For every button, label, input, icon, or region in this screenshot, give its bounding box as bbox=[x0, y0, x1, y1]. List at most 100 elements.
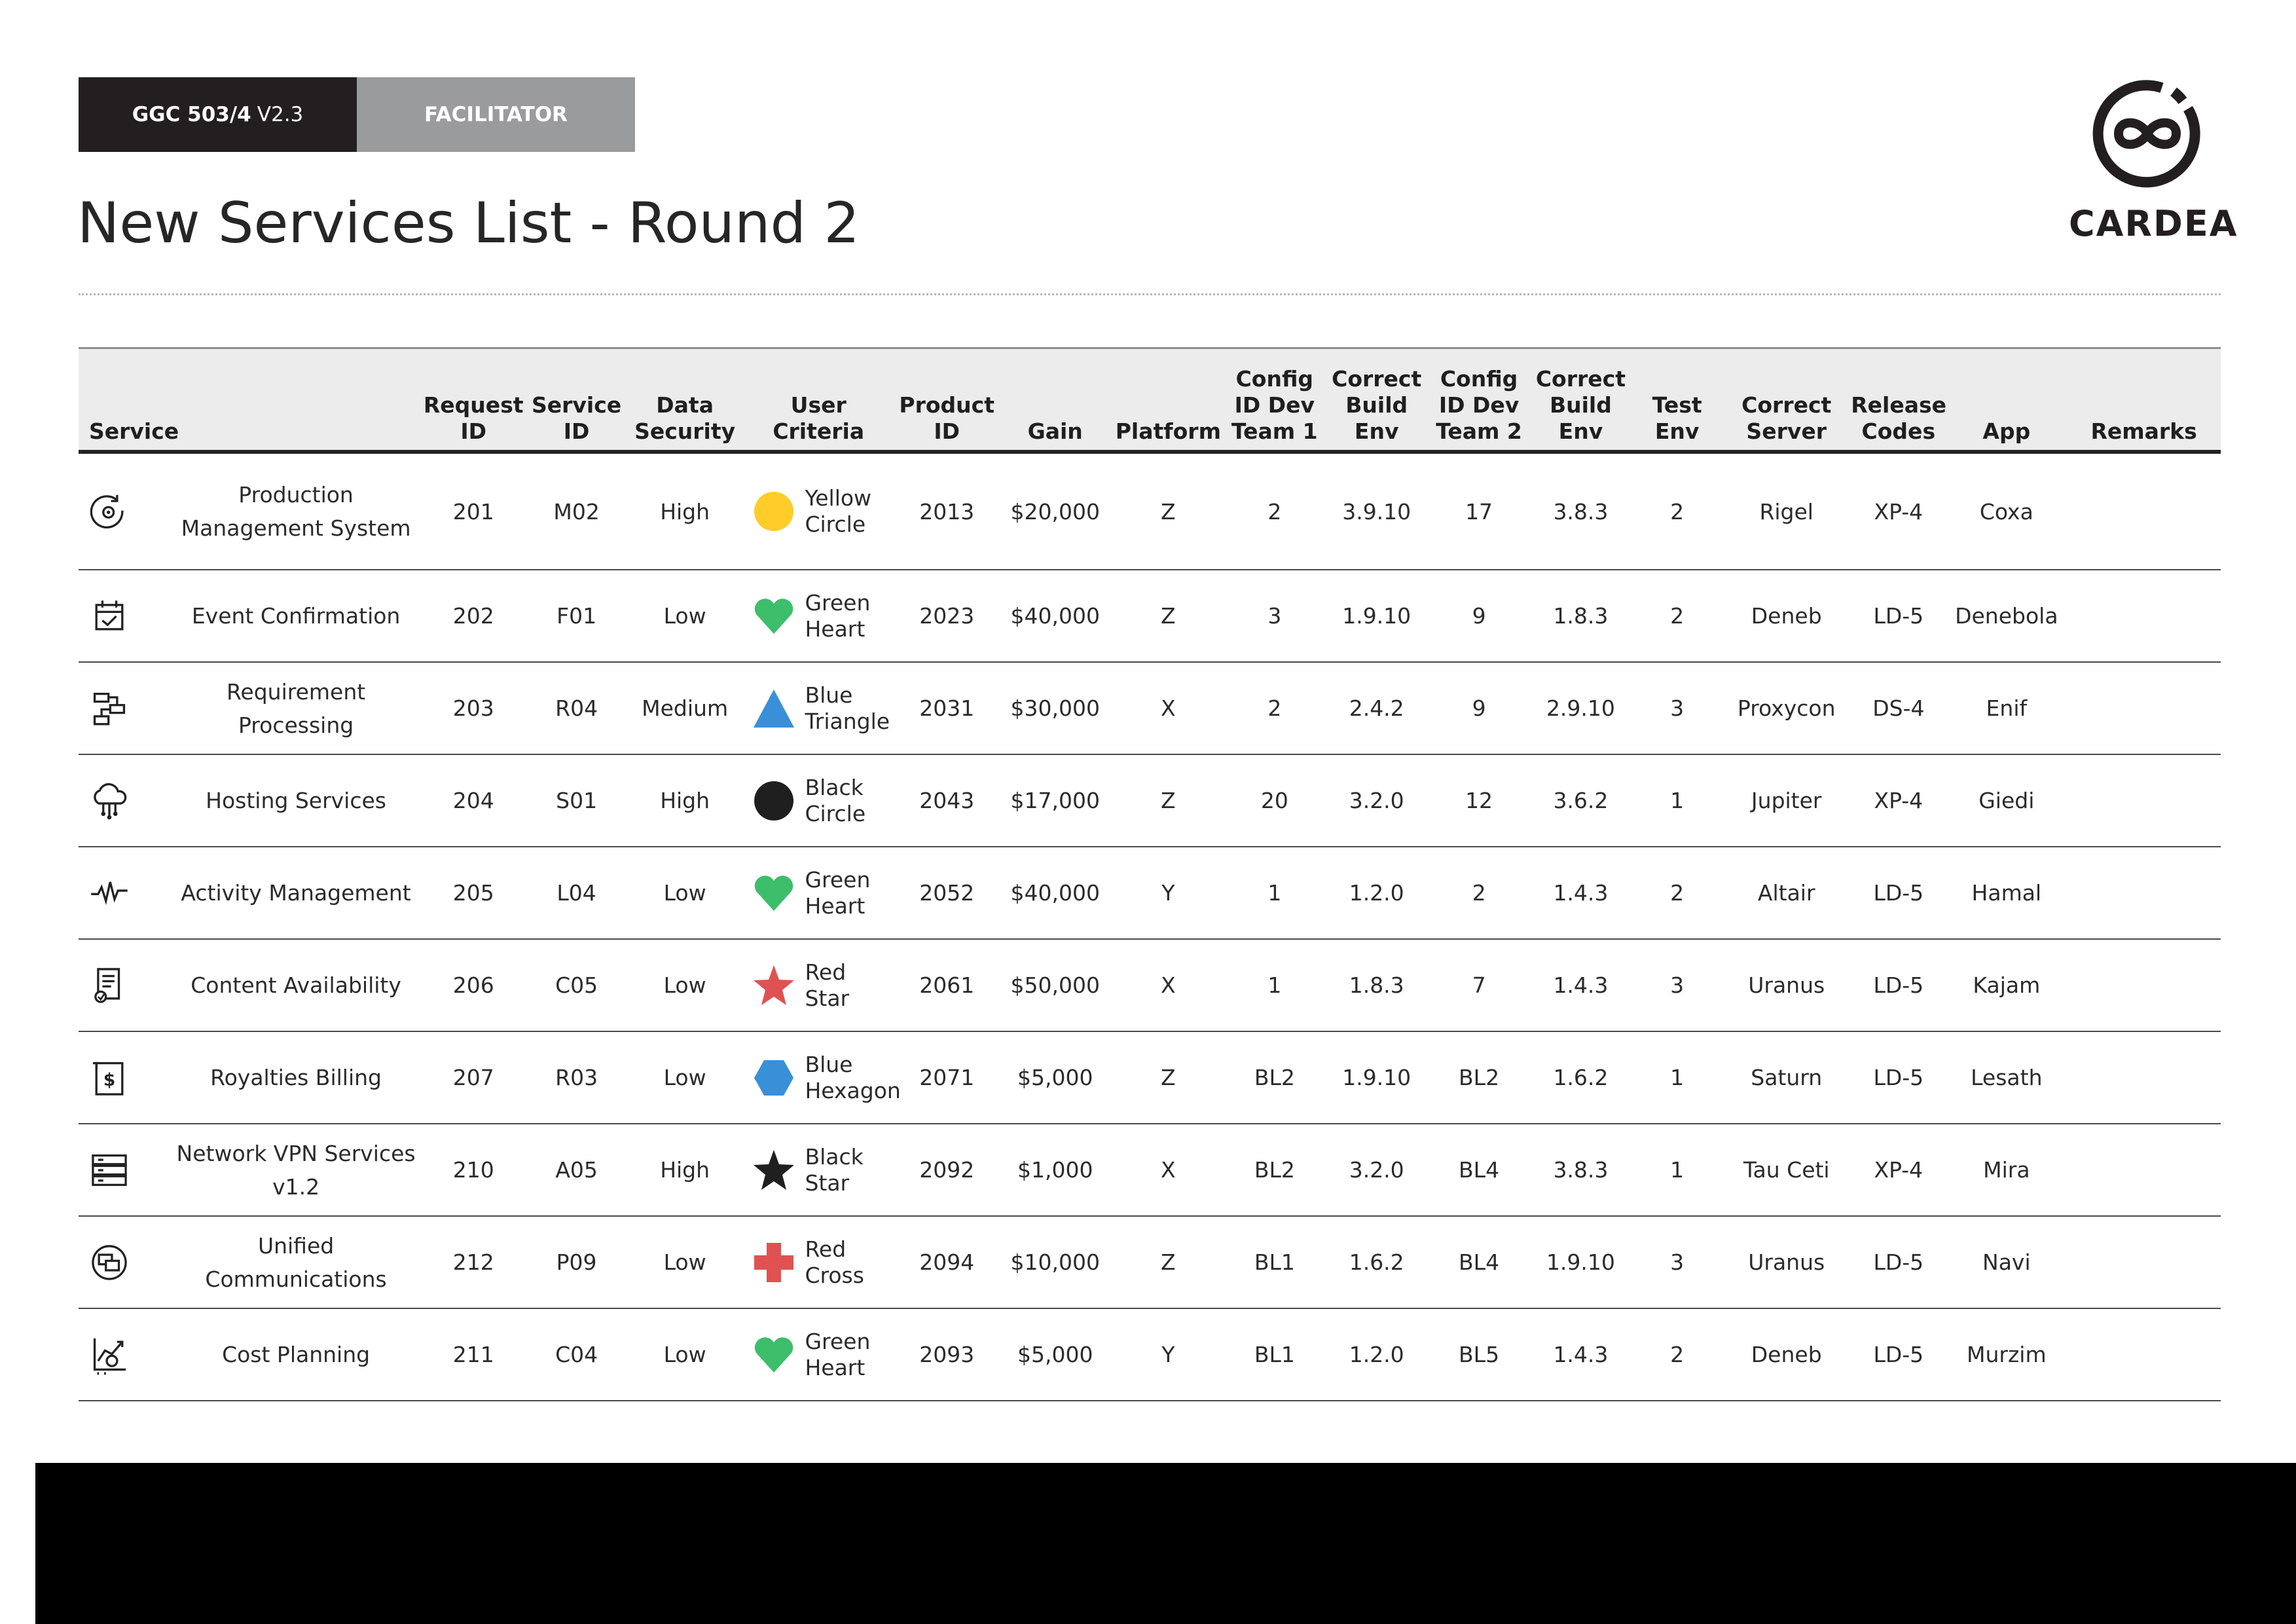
service-icon-cell bbox=[79, 754, 171, 847]
build-env1-cell: 1.9.10 bbox=[1324, 570, 1429, 663]
service-id-cell: C04 bbox=[525, 1308, 628, 1401]
remarks-cell bbox=[2067, 1216, 2221, 1309]
document-version: V2.3 bbox=[257, 103, 304, 126]
user-criteria-label: Red Cross bbox=[805, 1236, 864, 1288]
test-env-cell: 1 bbox=[1632, 1124, 1722, 1217]
cardea-logo: CARDEA bbox=[2069, 72, 2237, 255]
infinity-ring-logo-icon bbox=[2092, 80, 2200, 188]
service-icon-cell bbox=[79, 1308, 171, 1401]
release-codes-cell: DS-4 bbox=[1851, 662, 1946, 755]
request-id-cell: 206 bbox=[422, 939, 526, 1032]
calendar-check-icon bbox=[95, 600, 124, 630]
user-criteria-label: Blue Triangle bbox=[805, 682, 890, 734]
config-team1-cell: 2 bbox=[1224, 452, 1324, 570]
build-env1-cell: 3.9.10 bbox=[1324, 452, 1429, 570]
service-icon-cell bbox=[79, 847, 171, 940]
server-cell: Uranus bbox=[1722, 939, 1851, 1032]
release-codes-cell: LD-5 bbox=[1851, 570, 1946, 663]
data-security-cell: High bbox=[627, 754, 742, 847]
config-team1-cell: BL1 bbox=[1224, 1216, 1324, 1309]
product-id-cell: 2092 bbox=[895, 1124, 999, 1217]
criteria-cross-icon bbox=[754, 1242, 794, 1282]
config-team2-cell: 12 bbox=[1429, 754, 1529, 847]
request-id-cell: 211 bbox=[422, 1308, 526, 1401]
user-criteria-label: Green Heart bbox=[805, 1328, 871, 1380]
remarks-cell bbox=[2067, 939, 2221, 1032]
release-codes-cell: XP-4 bbox=[1851, 754, 1946, 847]
test-env-cell: 2 bbox=[1632, 1308, 1722, 1401]
app-cell: Denebola bbox=[1946, 570, 2068, 663]
data-security-cell: Low bbox=[627, 939, 742, 1032]
data-security-cell: Medium bbox=[627, 662, 742, 755]
app-cell: Giedi bbox=[1946, 754, 2068, 847]
header-tabs: GGC 503/4 V2.3 FACILITATOR bbox=[79, 77, 635, 152]
user-criteria-cell: Red Cross bbox=[742, 1216, 896, 1309]
release-codes-cell: XP-4 bbox=[1851, 452, 1946, 570]
gain-cell: $40,000 bbox=[998, 847, 1112, 940]
config-team1-cell: 20 bbox=[1224, 754, 1324, 847]
service-name-cell: Royalties Billing bbox=[170, 1031, 422, 1124]
build-env1-cell: 2.4.2 bbox=[1324, 662, 1429, 755]
config-team2-cell: BL2 bbox=[1429, 1031, 1529, 1124]
service-name-cell: Cost Planning bbox=[170, 1308, 422, 1401]
app-cell: Lesath bbox=[1946, 1031, 2068, 1124]
test-env-cell: 2 bbox=[1632, 847, 1722, 940]
chart-money-icon bbox=[93, 1338, 126, 1375]
build-env2-cell: 1.8.3 bbox=[1529, 570, 1633, 663]
service-id-cell: M02 bbox=[525, 452, 628, 570]
remarks-cell bbox=[2067, 662, 2221, 755]
service-name-cell: Hosting Services bbox=[170, 754, 422, 847]
platform-cell: X bbox=[1112, 1124, 1225, 1217]
column-header-config-team2: Config ID Dev Team 2 bbox=[1429, 347, 1529, 454]
remarks-cell bbox=[2067, 754, 2221, 847]
test-env-cell: 3 bbox=[1632, 1216, 1722, 1309]
column-header-service: Service bbox=[79, 347, 422, 454]
user-criteria: Green Heart bbox=[742, 867, 895, 919]
server-cell: Tau Ceti bbox=[1722, 1124, 1851, 1217]
criteria-triangle-icon bbox=[754, 689, 795, 728]
pulse-icon bbox=[91, 881, 128, 905]
server-cell: Altair bbox=[1722, 847, 1851, 940]
build-env2-cell: 1.9.10 bbox=[1529, 1216, 1633, 1309]
server-stack-icon bbox=[92, 1154, 127, 1186]
gain-cell: $20,000 bbox=[998, 452, 1112, 570]
user-criteria: Black Star bbox=[742, 1144, 895, 1196]
service-name-cell: Event Confirmation bbox=[170, 570, 422, 663]
release-codes-cell: LD-5 bbox=[1851, 1308, 1946, 1401]
criteria-heart-icon bbox=[755, 875, 793, 911]
release-codes-cell: LD-5 bbox=[1851, 1031, 1946, 1124]
table-row: Event Confirmation 202 F01 Low Green Heart 20… bbox=[79, 570, 2221, 663]
service-id-cell: A05 bbox=[525, 1124, 628, 1217]
user-criteria-cell: Green Heart bbox=[742, 570, 896, 663]
test-env-cell: 2 bbox=[1632, 570, 1722, 663]
column-header-test-env: Test Env bbox=[1632, 347, 1722, 454]
service-icon-cell bbox=[79, 570, 171, 663]
user-criteria-cell: Black Circle bbox=[742, 754, 896, 847]
dotted-divider bbox=[79, 293, 2221, 295]
product-id-cell: 2094 bbox=[895, 1216, 999, 1309]
cloud-network-icon bbox=[94, 783, 127, 819]
service-id-cell: C05 bbox=[525, 939, 628, 1032]
criteria-hexagon-icon bbox=[754, 1060, 794, 1096]
user-criteria: Red Star bbox=[742, 959, 895, 1012]
platform-cell: Z bbox=[1112, 1216, 1225, 1309]
request-id-cell: 201 bbox=[422, 452, 526, 570]
test-env-cell: 3 bbox=[1632, 939, 1722, 1032]
platform-cell: Y bbox=[1112, 1308, 1225, 1401]
server-cell: Uranus bbox=[1722, 1216, 1851, 1309]
service-id-cell: P09 bbox=[525, 1216, 628, 1309]
criteria-heart-icon bbox=[755, 1337, 793, 1373]
app-cell: Hamal bbox=[1946, 847, 2068, 940]
remarks-cell bbox=[2067, 452, 2221, 570]
criteria-star-icon bbox=[754, 965, 795, 1005]
service-name-cell: Unified Communications bbox=[170, 1216, 422, 1309]
app-cell: Navi bbox=[1946, 1216, 2068, 1309]
build-env1-cell: 3.2.0 bbox=[1324, 754, 1429, 847]
service-id-cell: F01 bbox=[525, 570, 628, 663]
criteria-star-icon bbox=[754, 1149, 795, 1190]
gain-cell: $50,000 bbox=[998, 939, 1112, 1032]
user-criteria: Green Heart bbox=[742, 590, 895, 642]
service-icon-cell bbox=[79, 662, 171, 755]
user-criteria-cell: Black Star bbox=[742, 1124, 896, 1217]
data-security-cell: Low bbox=[627, 847, 742, 940]
